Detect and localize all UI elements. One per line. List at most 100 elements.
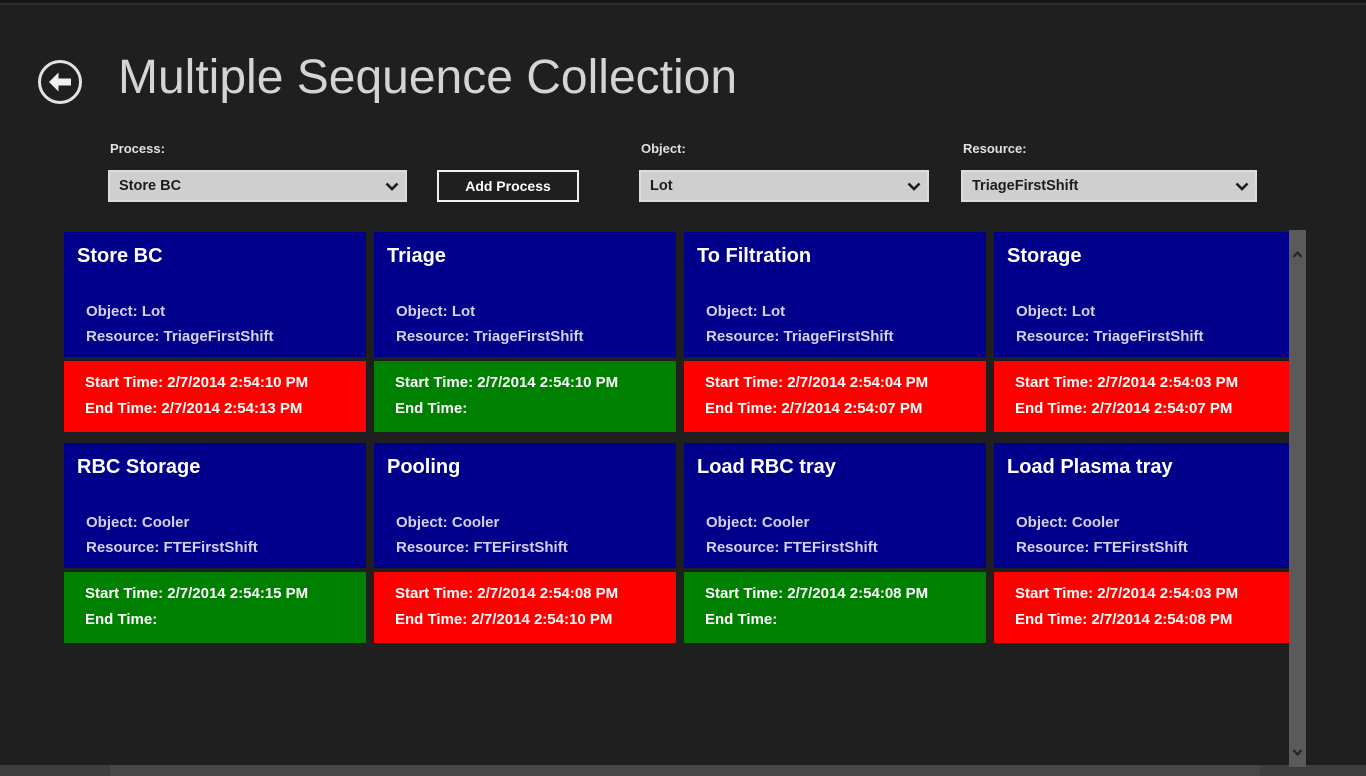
card-end-line: End Time: 2/7/2014 2:54:07 PM — [705, 396, 982, 422]
card-info-tile: To Filtration Object: Lot Resource: Tria… — [684, 232, 986, 357]
end-time-label: End Time: — [705, 400, 777, 417]
resource-dropdown-value: TriageFirstShift — [963, 178, 1229, 194]
card-object-label: Object: — [396, 303, 448, 320]
card-info-tile: Load RBC tray Object: Cooler Resource: F… — [684, 443, 986, 568]
card-object-value: Cooler — [1072, 514, 1120, 531]
process-card-load-rbc-tray[interactable]: Load RBC tray Object: Cooler Resource: F… — [684, 443, 986, 643]
chevron-down-icon — [379, 182, 405, 191]
card-end-line: End Time: 2/7/2014 2:54:13 PM — [85, 396, 362, 422]
start-time-value: 2/7/2014 2:54:10 PM — [477, 374, 618, 391]
start-time-label: Start Time: — [395, 585, 473, 602]
start-time-label: Start Time: — [705, 585, 783, 602]
card-object-label: Object: — [1016, 303, 1068, 320]
card-resource-value: FTEFirstShift — [1094, 539, 1188, 556]
card-start-line: Start Time: 2/7/2014 2:54:08 PM — [395, 581, 672, 607]
card-resource-line: Resource: FTEFirstShift — [1016, 535, 1288, 560]
process-dropdown[interactable]: Store BC — [108, 170, 407, 202]
card-resource-label: Resource: — [86, 539, 159, 556]
card-object-line: Object: Lot — [396, 299, 668, 324]
card-resource-line: Resource: FTEFirstShift — [396, 535, 668, 560]
back-button[interactable] — [36, 58, 84, 106]
back-arrow-circle-icon — [36, 94, 84, 109]
chevron-down-icon — [901, 182, 927, 191]
end-time-value: 2/7/2014 2:54:13 PM — [161, 400, 302, 417]
card-meta: Object: Cooler Resource: FTEFirstShift — [86, 510, 358, 560]
end-time-value: 2/7/2014 2:54:08 PM — [1091, 611, 1232, 628]
card-end-line: End Time: 2/7/2014 2:54:10 PM — [395, 607, 672, 633]
card-meta: Object: Cooler Resource: FTEFirstShift — [706, 510, 978, 560]
end-time-label: End Time: — [85, 611, 157, 628]
card-object-line: Object: Cooler — [396, 510, 668, 535]
process-card-pooling[interactable]: Pooling Object: Cooler Resource: FTEFirs… — [374, 443, 676, 643]
vertical-scrollbar[interactable] — [1289, 230, 1306, 767]
card-meta: Object: Lot Resource: TriageFirstShift — [706, 299, 978, 349]
card-resource-line: Resource: FTEFirstShift — [706, 535, 978, 560]
card-resource-label: Resource: — [396, 328, 469, 345]
start-time-value: 2/7/2014 2:54:10 PM — [167, 374, 308, 391]
card-meta: Object: Lot Resource: TriageFirstShift — [396, 299, 668, 349]
card-start-line: Start Time: 2/7/2014 2:54:10 PM — [85, 370, 362, 396]
card-object-line: Object: Cooler — [1016, 510, 1288, 535]
card-end-line: End Time: 2/7/2014 2:54:07 PM — [1015, 396, 1292, 422]
card-object-value: Lot — [1072, 303, 1095, 320]
card-resource-value: FTEFirstShift — [474, 539, 568, 556]
process-dropdown-value: Store BC — [110, 178, 379, 194]
end-time-label: End Time: — [1015, 400, 1087, 417]
scroll-down-icon[interactable] — [1292, 743, 1303, 751]
resource-dropdown[interactable]: TriageFirstShift — [961, 170, 1257, 202]
card-object-label: Object: — [86, 303, 138, 320]
card-info-tile: Load Plasma tray Object: Cooler Resource… — [994, 443, 1296, 568]
start-time-value: 2/7/2014 2:54:15 PM — [167, 585, 308, 602]
card-object-label: Object: — [1016, 514, 1068, 531]
end-time-value: 2/7/2014 2:54:10 PM — [471, 611, 612, 628]
card-status-tile: Start Time: 2/7/2014 2:54:08 PM End Time… — [684, 572, 986, 643]
card-title: RBC Storage — [77, 455, 358, 479]
card-resource-line: Resource: TriageFirstShift — [86, 324, 358, 349]
start-time-value: 2/7/2014 2:54:03 PM — [1097, 374, 1238, 391]
card-title: Load Plasma tray — [1007, 455, 1288, 479]
process-card-to-filtration[interactable]: To Filtration Object: Lot Resource: Tria… — [684, 232, 986, 432]
card-object-value: Cooler — [452, 514, 500, 531]
process-card-load-plasma-tray[interactable]: Load Plasma tray Object: Cooler Resource… — [994, 443, 1296, 643]
card-object-line: Object: Cooler — [706, 510, 978, 535]
card-info-tile: Pooling Object: Cooler Resource: FTEFirs… — [374, 443, 676, 568]
card-status-tile: Start Time: 2/7/2014 2:54:10 PM End Time… — [374, 361, 676, 432]
card-title: Store BC — [77, 244, 358, 268]
card-status-tile: Start Time: 2/7/2014 2:54:10 PM End Time… — [64, 361, 366, 432]
card-start-line: Start Time: 2/7/2014 2:54:04 PM — [705, 370, 982, 396]
end-time-value: 2/7/2014 2:54:07 PM — [781, 400, 922, 417]
card-status-tile: Start Time: 2/7/2014 2:54:15 PM End Time… — [64, 572, 366, 643]
object-dropdown-value: Lot — [641, 178, 901, 194]
card-object-label: Object: — [706, 303, 758, 320]
object-dropdown[interactable]: Lot — [639, 170, 929, 202]
process-card-storage[interactable]: Storage Object: Lot Resource: TriageFirs… — [994, 232, 1296, 432]
card-object-value: Lot — [452, 303, 475, 320]
card-end-line: End Time: — [85, 607, 362, 633]
card-resource-line: Resource: TriageFirstShift — [396, 324, 668, 349]
card-end-line: End Time: — [395, 396, 672, 422]
process-card-rbc-storage[interactable]: RBC Storage Object: Cooler Resource: FTE… — [64, 443, 366, 643]
card-title: Pooling — [387, 455, 668, 479]
start-time-label: Start Time: — [85, 585, 163, 602]
scroll-up-icon[interactable] — [1292, 246, 1303, 254]
card-resource-line: Resource: TriageFirstShift — [1016, 324, 1288, 349]
card-title: To Filtration — [697, 244, 978, 268]
start-time-value: 2/7/2014 2:54:03 PM — [1097, 585, 1238, 602]
add-process-button[interactable]: Add Process — [437, 170, 579, 202]
card-object-line: Object: Lot — [86, 299, 358, 324]
app-window: Multiple Sequence Collection Process: St… — [0, 0, 1366, 776]
card-status-tile: Start Time: 2/7/2014 2:54:03 PM End Time… — [994, 572, 1296, 643]
horizontal-scrollbar[interactable] — [0, 765, 1366, 776]
chevron-down-icon — [1229, 182, 1255, 191]
card-resource-label: Resource: — [86, 328, 159, 345]
horizontal-scrollbar-thumb[interactable] — [110, 765, 1260, 776]
start-time-label: Start Time: — [1015, 585, 1093, 602]
start-time-label: Start Time: — [1015, 374, 1093, 391]
end-time-label: End Time: — [395, 611, 467, 628]
process-card-store-bc[interactable]: Store BC Object: Lot Resource: TriageFir… — [64, 232, 366, 432]
card-title: Storage — [1007, 244, 1288, 268]
card-object-label: Object: — [86, 514, 138, 531]
process-card-triage[interactable]: Triage Object: Lot Resource: TriageFirst… — [374, 232, 676, 432]
card-info-tile: Storage Object: Lot Resource: TriageFirs… — [994, 232, 1296, 357]
card-object-value: Cooler — [142, 514, 190, 531]
